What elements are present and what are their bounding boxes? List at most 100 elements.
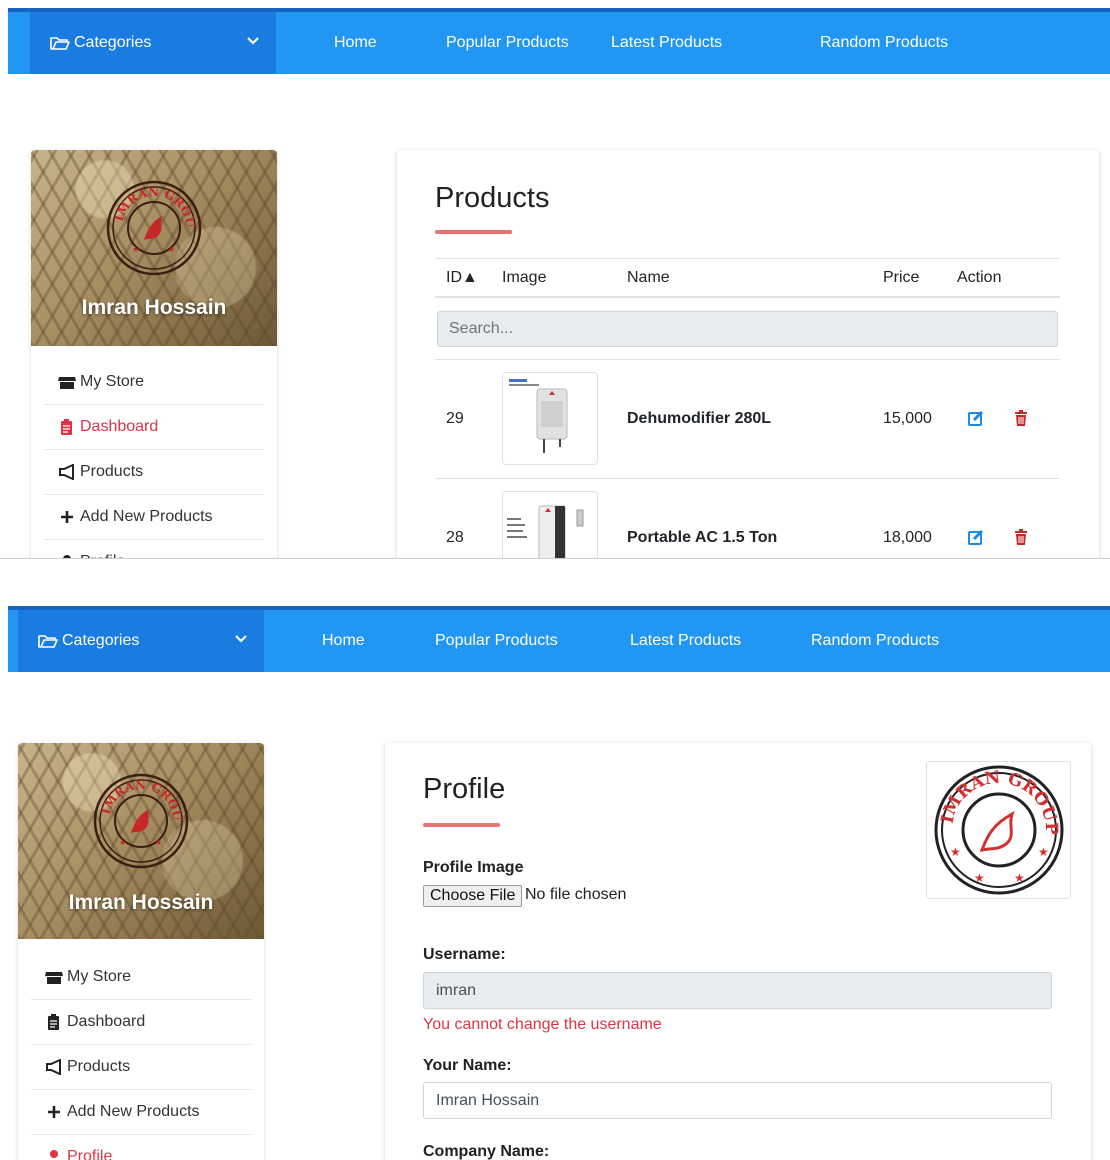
title-underline — [423, 823, 500, 827]
nav-popular-products[interactable]: Popular Products — [446, 12, 569, 74]
title-underline — [435, 230, 512, 234]
sidebar-item-my-store[interactable]: My Store — [44, 360, 264, 405]
categories-dropdown[interactable]: Categories — [18, 610, 264, 672]
table-row: 29 Dehumodifier 280L 15,000 — [435, 359, 1060, 478]
svg-text:★: ★ — [1014, 871, 1025, 885]
nav-home[interactable]: Home — [322, 610, 365, 672]
categories-label: Categories — [62, 632, 140, 649]
product-price: 18,000 — [883, 529, 932, 546]
sidebar-item-label: Add New Products — [67, 1103, 200, 1120]
choose-file-button[interactable]: Choose File — [423, 885, 523, 907]
sidebar-item-products[interactable]: Products — [31, 1045, 251, 1090]
nav-popular-products[interactable]: Popular Products — [435, 610, 558, 672]
imran-group-seal-logo: IMRAN GROUP ★ ★ — [91, 771, 189, 869]
store-icon — [58, 377, 76, 389]
imran-group-logo: IMRAN GROUP ★ ★ ★ ★ — [934, 765, 1064, 895]
screenshot-divider — [0, 558, 1110, 559]
plus-icon — [48, 1106, 60, 1118]
products-screenshot: Categories Home Popular Products Latest … — [0, 0, 1110, 558]
chevron-down-icon — [247, 37, 259, 45]
sidebar-item-label: Dashboard — [80, 418, 159, 435]
profile-card: Profile IMRAN GROUP ★ ★ ★ ★ Profile Image … — [385, 743, 1091, 1160]
sidebar-user-name: Imran Hossain — [81, 296, 227, 319]
sidebar-hero: IMRAN GROUP ★ ★ Imran Hossain — [31, 150, 277, 346]
sidebar-item-profile[interactable]: Profile — [44, 540, 264, 558]
column-header-id[interactable]: ID▲ — [446, 269, 478, 287]
user-icon — [50, 1150, 58, 1158]
sidebar-hero: IMRAN GROUP ★ ★ Imran Hossain — [18, 743, 264, 939]
megaphone-icon — [59, 464, 74, 480]
sidebar-item-dashboard[interactable]: Dashboard — [44, 405, 264, 450]
sidebar-item-add-new-products[interactable]: Add New Products — [44, 495, 264, 540]
nav-latest-products[interactable]: Latest Products — [611, 12, 722, 74]
sidebar-item-label: Add New Products — [80, 508, 213, 525]
svg-text:IMRAN GROUP: IMRAN GROUP — [91, 771, 184, 822]
svg-text:★: ★ — [132, 245, 139, 254]
clipboard-icon — [48, 1014, 59, 1030]
sidebar-item-label: My Store — [67, 968, 132, 985]
sidebar-menu: My Store Dashboard Products Add New Prod… — [31, 360, 277, 558]
table-header: ID▲ Image Name Price Action — [435, 258, 1060, 298]
megaphone-icon — [46, 1059, 61, 1075]
column-header-image[interactable]: Image — [502, 269, 546, 287]
sidebar-item-label: Products — [80, 463, 144, 480]
nav-home[interactable]: Home — [334, 12, 377, 74]
product-name: Portable AC 1.5 Ton — [627, 529, 778, 546]
sidebar-item-profile[interactable]: Profile — [31, 1135, 251, 1160]
column-header-name[interactable]: Name — [627, 269, 670, 287]
svg-text:★: ★ — [119, 838, 126, 847]
edit-icon[interactable] — [968, 410, 984, 426]
table-row: 28 Portable AC 1.5 Ton 18,000 — [435, 478, 1060, 558]
trash-icon[interactable] — [1013, 529, 1029, 545]
store-icon — [45, 972, 63, 984]
column-header-price[interactable]: Price — [883, 269, 919, 287]
sidebar-menu: My Store Dashboard Products Add New Prod… — [18, 955, 264, 1160]
products-card: Products ID▲ Image Name Price Action 29 … — [397, 150, 1099, 558]
svg-text:★: ★ — [155, 838, 162, 847]
product-name: Dehumodifier 280L — [627, 410, 772, 427]
sidebar: IMRAN GROUP ★ ★ Imran Hossain My Store Da… — [18, 743, 264, 1160]
sidebar-item-products[interactable]: Products — [44, 450, 264, 495]
company-name-label: Company Name: — [423, 1143, 550, 1160]
column-header-action[interactable]: Action — [957, 269, 1001, 287]
sidebar-user-name: Imran Hossain — [68, 891, 214, 914]
product-id: 28 — [446, 529, 464, 546]
imran-group-seal-logo: IMRAN GROUP ★ ★ — [104, 178, 202, 276]
categories-dropdown[interactable]: Categories — [30, 12, 276, 74]
profile-image-preview: IMRAN GROUP ★ ★ ★ ★ — [926, 761, 1071, 899]
your-name-field[interactable] — [423, 1082, 1052, 1119]
search-input[interactable] — [437, 311, 1058, 347]
sidebar-item-dashboard[interactable]: Dashboard — [31, 1000, 251, 1045]
username-field[interactable] — [423, 972, 1052, 1009]
svg-text:IMRAN GROUP: IMRAN GROUP — [938, 768, 1062, 836]
profile-screenshot: Categories Home Popular Products Latest … — [0, 598, 1110, 1160]
your-name-label: Your Name: — [423, 1057, 512, 1074]
product-thumbnail[interactable] — [502, 372, 598, 465]
file-status: No file chosen — [525, 886, 627, 903]
product-thumbnail[interactable] — [502, 491, 598, 558]
nav-random-products[interactable]: Random Products — [811, 610, 939, 672]
nav-random-products[interactable]: Random Products — [820, 12, 948, 74]
folder-open-icon — [50, 37, 70, 50]
sidebar-item-add-new-products[interactable]: Add New Products — [31, 1090, 251, 1135]
edit-icon[interactable] — [968, 529, 984, 545]
svg-text:IMRAN GROUP: IMRAN GROUP — [104, 178, 197, 229]
folder-open-icon — [38, 635, 58, 648]
categories-label: Categories — [74, 34, 152, 51]
trash-icon[interactable] — [1013, 410, 1029, 426]
page-title: Profile — [423, 773, 506, 805]
nav-latest-products[interactable]: Latest Products — [630, 610, 741, 672]
sidebar-item-label: Profile — [67, 1148, 113, 1160]
profile-image-label: Profile Image — [423, 859, 524, 876]
clipboard-icon — [61, 419, 72, 435]
svg-text:★: ★ — [168, 245, 175, 254]
svg-text:★: ★ — [950, 845, 961, 859]
sidebar-item-label: My Store — [80, 373, 145, 390]
sidebar-item-my-store[interactable]: My Store — [31, 955, 251, 1000]
username-label: Username: — [423, 946, 506, 963]
username-hint: You cannot change the username — [423, 1016, 662, 1033]
chevron-down-icon — [235, 635, 247, 643]
sidebar-item-label: Dashboard — [67, 1013, 146, 1030]
navbar: Categories Home Popular Products Latest … — [8, 606, 1110, 672]
product-price: 15,000 — [883, 410, 932, 427]
